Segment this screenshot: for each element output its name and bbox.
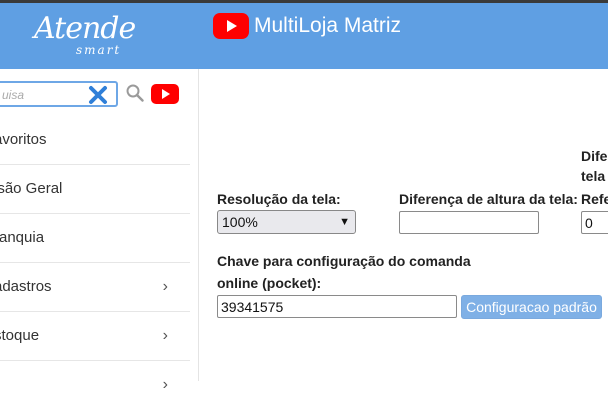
diff-label-line2: tela <box>581 168 606 184</box>
search-input[interactable] <box>0 86 84 104</box>
height-diff-label: Diferença de altura da tela: <box>399 191 578 207</box>
chevron-down-icon: ▼ <box>339 216 350 228</box>
diff-label-line3: Refe <box>581 191 608 207</box>
sidebar-item-favoritos[interactable]: avoritos <box>0 116 190 165</box>
page-title: MultiLoja Matriz <box>254 14 402 37</box>
sidebar-item-cadastros[interactable]: adastros › <box>0 263 190 312</box>
youtube-icon[interactable] <box>151 84 179 104</box>
close-icon[interactable] <box>88 85 108 105</box>
chevron-right-icon: › <box>162 327 168 344</box>
sidebar-item-franquia[interactable]: ranquia <box>0 214 190 263</box>
sidebar: avoritos isão Geral ranquia adastros › s… <box>0 69 199 393</box>
atende-smart-logo[interactable]: Atende smart <box>28 9 138 65</box>
sidebar-item-visao-geral[interactable]: isão Geral <box>0 165 190 214</box>
diff-input[interactable] <box>581 211 608 234</box>
search-box <box>0 81 118 107</box>
settings-panel: Resolução da tela: 100% ▼ Diferença de a… <box>199 69 608 381</box>
chevron-right-icon: › <box>162 376 168 393</box>
pocket-key-input[interactable] <box>217 295 457 318</box>
sidebar-item-label: adastros <box>0 278 52 295</box>
sidebar-item-label: ranquia <box>0 229 45 246</box>
search-icon[interactable] <box>126 84 144 102</box>
default-config-button[interactable]: Configuracao padrão <box>461 295 602 319</box>
height-diff-input[interactable] <box>399 211 539 234</box>
pocket-key-label-line1: Chave para configuração do comanda <box>217 253 471 269</box>
sidebar-item-next[interactable]: › <box>0 361 190 409</box>
sidebar-item-label: isão Geral <box>0 180 63 197</box>
sidebar-item-estoque[interactable]: stoque › <box>0 312 190 361</box>
youtube-icon[interactable] <box>213 13 249 39</box>
sidebar-item-label: avoritos <box>0 131 47 148</box>
resolution-label: Resolução da tela: <box>217 191 341 207</box>
pocket-key-label-line2: online (pocket): <box>217 275 322 291</box>
logo-text: Atende <box>34 11 136 46</box>
sidebar-item-label: stoque <box>0 327 40 344</box>
resolution-select[interactable]: 100% ▼ <box>217 210 356 234</box>
diff-label-line1: Difer <box>581 148 608 164</box>
sidebar-menu: avoritos isão Geral ranquia adastros › s… <box>0 116 190 409</box>
chevron-right-icon: › <box>162 278 168 295</box>
resolution-select-value: 100% <box>222 214 258 230</box>
app-header: Atende smart MultiLoja Matriz <box>0 3 608 69</box>
logo-subtext: smart <box>76 43 122 57</box>
